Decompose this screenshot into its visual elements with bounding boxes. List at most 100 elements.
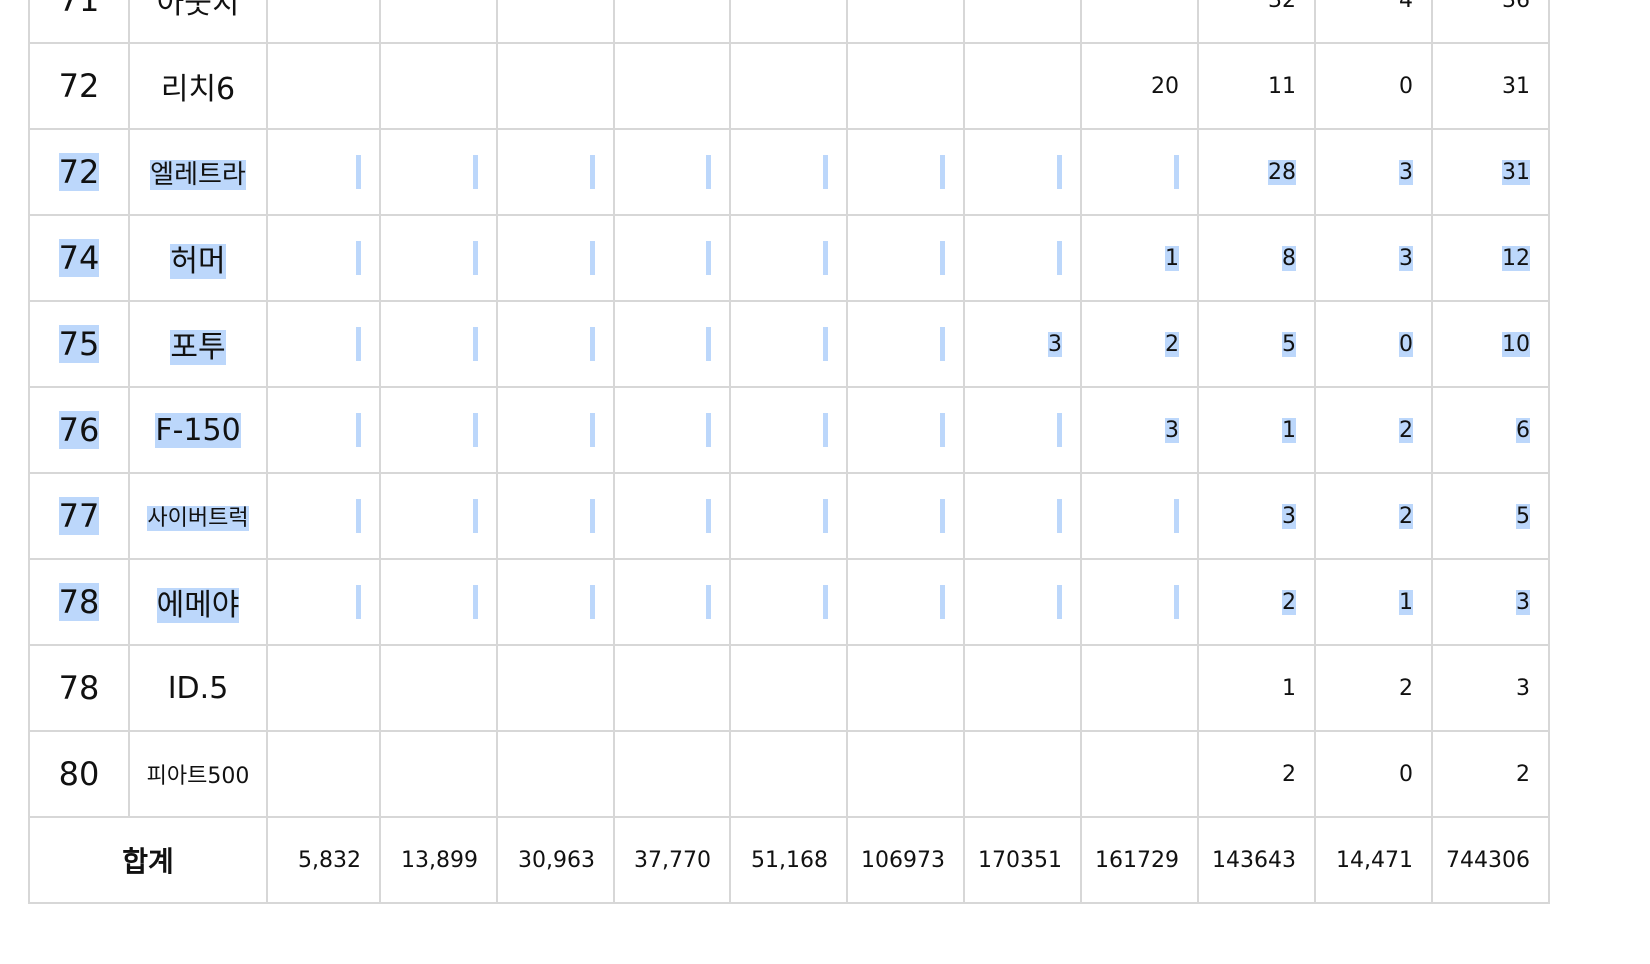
data-cell: 0 xyxy=(1314,300,1433,388)
selection-marker xyxy=(473,327,478,361)
model-cell: ID.5 xyxy=(128,644,268,732)
cell-value: 2 xyxy=(1399,503,1413,529)
data-cell: 0 xyxy=(1314,730,1433,818)
data-cell xyxy=(379,300,498,388)
data-cell xyxy=(963,730,1082,818)
data-cell: 31 xyxy=(1431,42,1550,130)
selection-marker xyxy=(473,413,478,447)
selection-marker xyxy=(706,585,711,619)
selection-marker xyxy=(473,241,478,275)
data-cell xyxy=(963,0,1082,44)
model-name: ID.5 xyxy=(167,670,229,706)
data-cell: 2 xyxy=(1314,644,1433,732)
model-cell: F-150 xyxy=(128,386,268,474)
selection-marker xyxy=(940,327,945,361)
model-cell: 엘레트라 xyxy=(128,128,268,216)
data-cell xyxy=(379,730,498,818)
model-cell: 리치6 xyxy=(128,42,268,130)
total-value: 161729 xyxy=(1095,847,1179,873)
data-cell: 4 xyxy=(1314,0,1433,44)
data-cell xyxy=(1080,128,1199,216)
total-value: 5,832 xyxy=(298,847,361,873)
rank-cell: 72 xyxy=(28,42,130,130)
rank-text: 78 xyxy=(58,669,100,707)
sales-table: 71 아웃치 32 4 36 72 리치6 20 11 0 31 72 엘레트라 28 3 31 74 허머 1 8 3… xyxy=(28,0,1550,904)
data-cell xyxy=(266,214,381,302)
total-label-cell: 합계 xyxy=(28,816,268,904)
data-cell xyxy=(729,0,848,44)
cell-value: 32 xyxy=(1268,0,1296,13)
data-cell xyxy=(266,558,381,646)
selection-marker xyxy=(706,155,711,189)
total-value: 14,471 xyxy=(1336,847,1413,873)
cell-value: 0 xyxy=(1399,761,1413,787)
data-cell xyxy=(846,472,965,560)
data-cell xyxy=(496,730,615,818)
rank-text: 80 xyxy=(58,755,100,793)
data-cell: 3 xyxy=(1314,214,1433,302)
data-cell xyxy=(496,386,615,474)
data-cell xyxy=(729,386,848,474)
data-cell: 1 xyxy=(1197,386,1316,474)
data-cell xyxy=(266,730,381,818)
model-cell: 허머 xyxy=(128,214,268,302)
data-cell: 0 xyxy=(1314,42,1433,130)
table-row: 77 사이버트럭 3 2 5 xyxy=(28,472,1550,560)
selection-marker xyxy=(823,499,828,533)
data-cell xyxy=(729,730,848,818)
total-cell: 37,770 xyxy=(613,816,731,904)
model-cell: 사이버트럭 xyxy=(128,472,268,560)
rank-cell: 78 xyxy=(28,644,130,732)
data-cell: 31 xyxy=(1431,128,1550,216)
data-cell xyxy=(266,472,381,560)
selection-marker xyxy=(356,585,361,619)
data-cell xyxy=(963,214,1082,302)
table-row: 72 리치6 20 11 0 31 xyxy=(28,42,1550,130)
data-cell: 1 xyxy=(1314,558,1433,646)
model-name: F-150 xyxy=(155,412,241,448)
data-cell xyxy=(613,386,731,474)
model-name: 에메야 xyxy=(156,588,240,623)
model-name: 엘레트라 xyxy=(150,159,246,190)
total-row: 합계 5,832 13,899 30,963 37,770 51,168 106973 170… xyxy=(28,816,1550,904)
table-row: 78 ID.5 1 2 3 xyxy=(28,644,1550,732)
selection-marker xyxy=(1057,155,1062,189)
data-cell xyxy=(613,214,731,302)
data-cell xyxy=(379,644,498,732)
data-cell: 32 xyxy=(1197,0,1316,44)
data-cell xyxy=(729,128,848,216)
total-value: 37,770 xyxy=(634,847,711,873)
selection-marker xyxy=(706,499,711,533)
data-cell: 3 xyxy=(963,300,1082,388)
cell-value: 2 xyxy=(1165,331,1179,357)
selection-marker xyxy=(1174,499,1179,533)
data-cell: 2 xyxy=(1314,386,1433,474)
data-cell: 20 xyxy=(1080,42,1199,130)
data-cell xyxy=(379,472,498,560)
data-cell: 3 xyxy=(1431,558,1550,646)
data-cell xyxy=(846,730,965,818)
selection-marker xyxy=(1057,413,1062,447)
cell-value: 0 xyxy=(1399,73,1413,99)
data-cell xyxy=(1080,644,1199,732)
total-cell: 5,832 xyxy=(266,816,381,904)
data-cell xyxy=(613,558,731,646)
total-cell: 30,963 xyxy=(496,816,615,904)
data-cell xyxy=(729,558,848,646)
data-cell xyxy=(729,42,848,130)
selection-marker xyxy=(823,585,828,619)
data-cell: 2 xyxy=(1080,300,1199,388)
cell-value: 1 xyxy=(1399,589,1413,615)
model-cell: 포투 xyxy=(128,300,268,388)
data-cell xyxy=(613,730,731,818)
cell-value: 11 xyxy=(1268,73,1296,99)
selection-marker xyxy=(940,499,945,533)
selection-marker xyxy=(940,413,945,447)
total-value: 13,899 xyxy=(401,847,478,873)
data-cell xyxy=(613,0,731,44)
data-cell xyxy=(266,42,381,130)
model-cell: 에메야 xyxy=(128,558,268,646)
selection-marker xyxy=(1174,155,1179,189)
data-cell xyxy=(496,472,615,560)
data-cell xyxy=(1080,0,1199,44)
